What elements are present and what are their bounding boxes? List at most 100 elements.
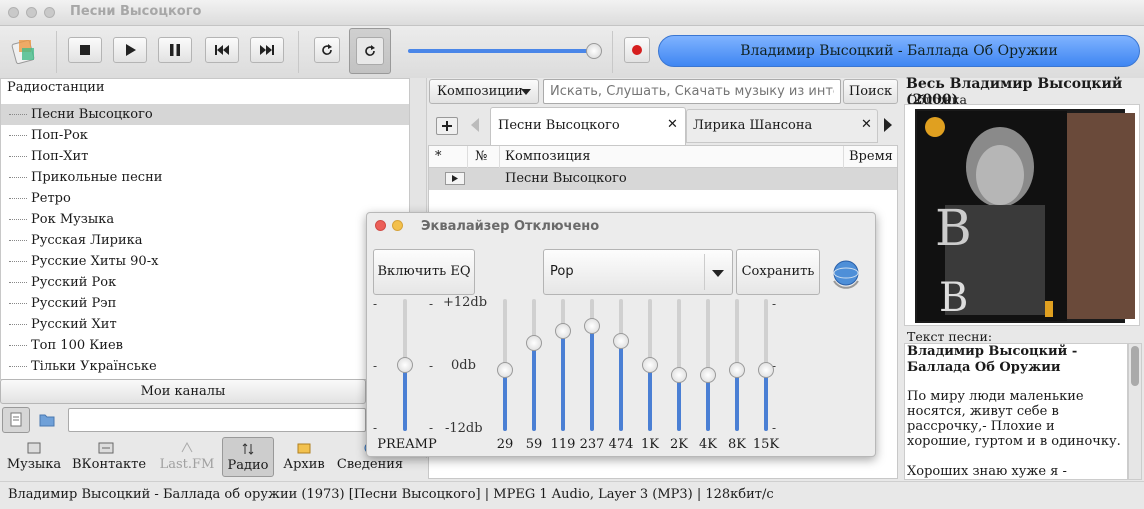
radio-station-item[interactable]: Русский Хит: [1, 314, 409, 335]
preamp-slider[interactable]: [395, 299, 415, 431]
radio-station-item[interactable]: Русская Лирика: [1, 230, 409, 251]
tab-lastfm[interactable]: Last.FM: [153, 437, 221, 477]
volume-knob[interactable]: [586, 43, 602, 59]
pause-button[interactable]: [158, 37, 192, 63]
globe-icon[interactable]: [830, 257, 862, 289]
eq-band-label: 59: [525, 437, 543, 452]
lyrics-scrollbar[interactable]: [1128, 343, 1142, 480]
eq-band-slider[interactable]: [553, 299, 573, 431]
volume-slider[interactable]: [408, 49, 596, 53]
radio-station-item[interactable]: Тільки Українське: [1, 356, 409, 377]
slider-knob[interactable]: [555, 323, 571, 340]
tab-radio[interactable]: Радио: [222, 437, 274, 477]
eq-band-label: 15K: [752, 437, 780, 452]
table-row[interactable]: Песни Высоцкого: [429, 168, 897, 190]
radio-station-item[interactable]: Прикольные песни: [1, 167, 409, 188]
radio-station-item[interactable]: Ретро: [1, 188, 409, 209]
status-text: Владимир Высоцкий - Баллада об оружии (1…: [8, 487, 774, 502]
lyrics-paragraph: По миру люди маленькие носятся, живут се…: [907, 389, 1121, 449]
eq-band-label: 29: [496, 437, 514, 452]
tab-songs-vysotsky[interactable]: Песни Высоцкого ✕: [490, 107, 686, 145]
search-input[interactable]: [543, 79, 841, 104]
tab-archive[interactable]: Архив: [276, 437, 332, 477]
eq-close-button[interactable]: [375, 220, 386, 231]
eq-band-slider[interactable]: [727, 299, 747, 431]
tab-music[interactable]: Музыка: [0, 437, 68, 477]
tab-vkontakte[interactable]: ВКонтакте: [72, 437, 146, 477]
radio-station-item[interactable]: Рок Музыка: [1, 209, 409, 230]
play-button[interactable]: [113, 37, 147, 63]
slider-knob[interactable]: [526, 335, 542, 352]
lyrics-box: Владимир Высоцкий - Баллада Об Оружии По…: [904, 343, 1128, 480]
slider-knob[interactable]: [584, 318, 600, 335]
lyrics-heading: Владимир Высоцкий - Баллада Об Оружии: [907, 344, 1078, 375]
eq-band-label: 2K: [670, 437, 688, 452]
scale-min-label: -12db: [445, 421, 483, 436]
close-tab-icon[interactable]: ✕: [667, 117, 678, 132]
enable-eq-button[interactable]: Включить EQ: [373, 249, 475, 295]
radio-panel: Радиостанции Песни Высоцкого Поп-Рок Поп-Х…: [0, 78, 410, 380]
lyrics-paragraph: Хороших знаю хуже я -: [907, 464, 1067, 479]
my-channels-button[interactable]: Мои каналы: [0, 379, 366, 404]
add-tab-button[interactable]: [436, 117, 458, 135]
tabs-scroll-left-icon[interactable]: [471, 118, 481, 132]
close-tab-icon[interactable]: ✕: [861, 117, 872, 132]
svg-text:В: В: [939, 275, 968, 321]
slider-knob[interactable]: [397, 357, 413, 373]
eq-band-slider[interactable]: [756, 299, 776, 431]
radio-station-item[interactable]: Русский Рок: [1, 272, 409, 293]
radio-station-item[interactable]: Песни Высоцкого: [1, 104, 409, 125]
record-button[interactable]: [624, 37, 650, 63]
slider-knob[interactable]: [642, 357, 658, 373]
repeat-one-icon[interactable]: [314, 37, 340, 63]
folder-icon[interactable]: [36, 410, 64, 432]
eq-band-slider[interactable]: [669, 299, 689, 431]
slider-knob[interactable]: [497, 361, 513, 378]
filter-input[interactable]: [68, 408, 366, 432]
radio-station-item[interactable]: Русские Хиты 90-х: [1, 251, 409, 272]
eq-minimize-button[interactable]: [392, 220, 403, 231]
next-button[interactable]: [250, 37, 284, 63]
radio-list: Песни Высоцкого Поп-Рок Поп-Хит Прикольные …: [1, 104, 409, 380]
eq-band-slider[interactable]: [698, 299, 718, 431]
chevron-down-icon: [521, 89, 531, 95]
preset-dropdown[interactable]: Pop: [543, 249, 733, 295]
table-header: * № Композиция Время: [429, 146, 897, 168]
save-preset-button[interactable]: Сохранить: [736, 249, 820, 295]
radio-station-item[interactable]: Топ 100 Киев: [1, 335, 409, 356]
scale-max-label: +12db: [443, 295, 488, 310]
slider-knob[interactable]: [758, 361, 774, 378]
slider-knob[interactable]: [729, 361, 745, 378]
toolbar: Владимир Высоцкий - Баллада Об Оружии: [0, 26, 1144, 78]
slider-knob[interactable]: [671, 366, 687, 383]
list-view-icon[interactable]: [2, 407, 30, 433]
slider-knob[interactable]: [700, 366, 716, 383]
radio-station-item[interactable]: Поп-Рок: [1, 125, 409, 146]
eq-band-label: 4K: [699, 437, 717, 452]
equalizer-dialog: Эквалайзер Отключено Включить EQ Pop Сох…: [366, 212, 876, 457]
search-mode-dropdown[interactable]: Композиции: [429, 79, 539, 104]
tabs-scroll-right-icon[interactable]: [884, 118, 894, 132]
search-button[interactable]: Поиск: [843, 79, 898, 104]
eq-band-slider[interactable]: [495, 299, 515, 431]
close-window-button[interactable]: [8, 7, 19, 18]
group-arrow-icon[interactable]: [445, 172, 465, 185]
app-menu-icon[interactable]: [8, 36, 40, 66]
eq-band-slider[interactable]: [640, 299, 660, 431]
preamp-label: PREAMP: [377, 437, 437, 452]
eq-band-slider[interactable]: [582, 299, 602, 431]
previous-button[interactable]: [205, 37, 239, 63]
stop-button[interactable]: [68, 37, 102, 63]
eq-band-label: 8K: [728, 437, 746, 452]
minimize-window-button[interactable]: [26, 7, 37, 18]
eq-band-slider[interactable]: [524, 299, 544, 431]
album-cover: В В: [904, 104, 1140, 326]
repeat-all-icon[interactable]: [349, 28, 391, 74]
svg-text:В: В: [935, 199, 972, 257]
radio-station-item[interactable]: Поп-Хит: [1, 146, 409, 167]
tab-chanson-lyrics[interactable]: Лирика Шансона ✕: [686, 109, 878, 143]
radio-station-item[interactable]: Русский Рэп: [1, 293, 409, 314]
eq-band-slider[interactable]: [611, 299, 631, 431]
slider-knob[interactable]: [613, 332, 629, 349]
maximize-window-button[interactable]: [44, 7, 55, 18]
